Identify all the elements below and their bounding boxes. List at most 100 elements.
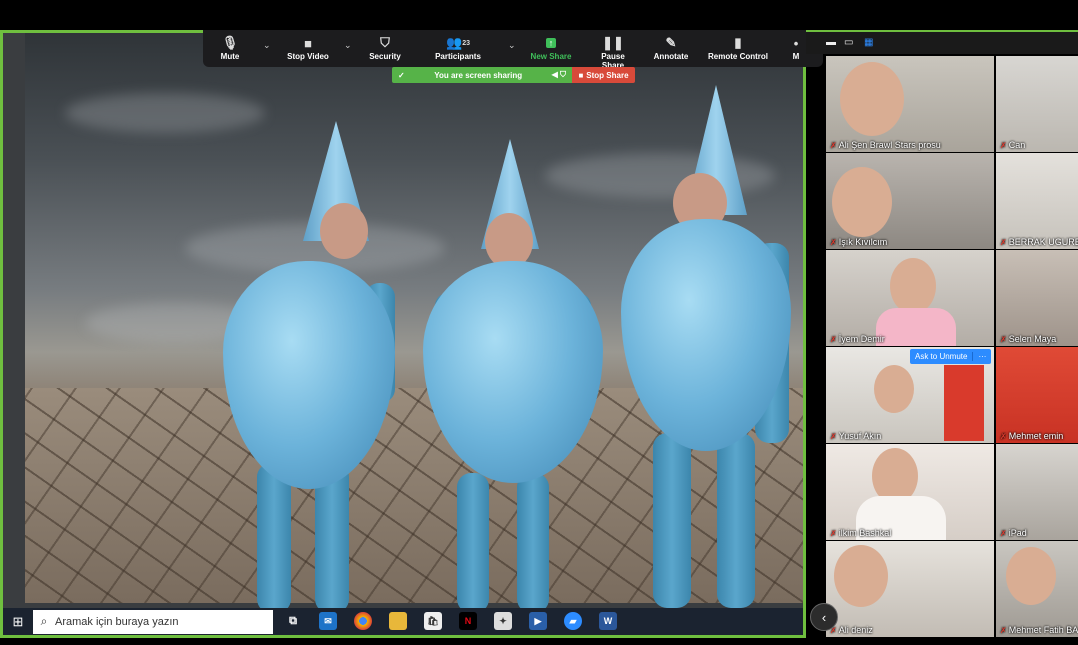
participant-face	[890, 258, 936, 314]
red-cabinet	[944, 365, 984, 441]
participant-face	[874, 365, 914, 413]
netflix-icon[interactable]: N	[459, 612, 477, 630]
new-share-button[interactable]: ↑ New Share	[529, 34, 573, 61]
muted-mic-icon: ✗	[1000, 626, 1007, 635]
audio-icon: ◀ ⛉	[551, 70, 566, 79]
search-icon: ⌕	[40, 614, 48, 628]
file-explorer-icon[interactable]	[389, 612, 407, 630]
speaker-view-icon[interactable]: ▭	[844, 37, 853, 48]
pause-icon: ❚❚	[602, 35, 624, 50]
participant-name: Mehmet emin	[1008, 431, 1064, 441]
participant-name: ilkim Bashkal	[838, 528, 892, 538]
gallery-view-icon[interactable]: ▦	[864, 37, 873, 48]
word-icon[interactable]: W	[599, 612, 617, 630]
muted-mic-icon: ✗	[1000, 238, 1007, 247]
pause-share-button[interactable]: ❚❚ Pause Share	[589, 34, 637, 70]
participant-tile[interactable]: ✗BERRAK UGURER	[996, 153, 1078, 249]
participant-name: Ali deniz	[838, 625, 873, 635]
performer-leg	[257, 463, 291, 613]
more-options-button[interactable]: ···	[972, 352, 991, 361]
remote-control-button[interactable]: ▮ Remote Control	[707, 34, 769, 61]
gallery-header: ▬ ▭ ▦	[806, 30, 1078, 54]
participant-name: Selen Maya	[1008, 334, 1057, 344]
cloud	[65, 93, 265, 133]
participant-tile[interactable]: ✗ Ali deniz	[826, 541, 994, 637]
chevron-left-icon[interactable]: ‹	[810, 603, 838, 631]
participant-name: Ali Şen Brawl Stars prosu	[838, 140, 941, 150]
participant-face	[840, 62, 904, 136]
stop-share-button[interactable]: ■ Stop Share	[572, 67, 635, 83]
participant-tile[interactable]: ✗ İyem Demir	[826, 250, 994, 346]
participant-name: Mehmet Fatih BA	[1008, 625, 1078, 635]
participant-face	[834, 545, 888, 607]
participant-name: Yusuf Akın	[838, 431, 882, 441]
performer-leg	[457, 473, 489, 613]
mute-button[interactable]: 🎙 Mute	[213, 34, 247, 61]
store-icon[interactable]: 🛍	[424, 612, 442, 630]
taskbar-search-input[interactable]: ⌕ Aramak için buraya yazın	[33, 609, 273, 634]
video-camera-icon: ■	[304, 35, 312, 51]
meeting-toolbar: 🎙 Mute ⌄ ■ Stop Video ⌄ ⛉ Security 👥 23 P…	[203, 30, 823, 70]
share-arrow-icon: ↑	[529, 34, 573, 52]
participant-tile[interactable]: ✗ Selen Maya	[996, 250, 1078, 346]
zoom-icon[interactable]: ▰	[564, 612, 582, 630]
participant-face	[832, 167, 892, 237]
stop-icon: ■	[578, 70, 584, 80]
participant-tile[interactable]: ✗ Ali Şen Brawl Stars prosu	[826, 56, 994, 152]
shared-screen	[0, 30, 806, 638]
pen-icon: ✎	[665, 35, 677, 50]
ask-to-unmute-control: Ask to Unmute ···	[910, 349, 992, 364]
chrome-icon[interactable]	[354, 612, 372, 630]
participants-icon: 👥 23	[446, 35, 470, 50]
sharing-status: ✓ You are screen sharing ◀ ⛉	[392, 67, 572, 83]
participant-name: İyem Demir	[838, 334, 885, 344]
participant-name: Işık Kıvılcım	[838, 237, 888, 247]
security-button[interactable]: ⛉ Security	[365, 34, 405, 61]
task-view-icon[interactable]: ⧉	[284, 612, 302, 630]
participant-name: Can	[1008, 140, 1026, 150]
muted-mic-icon: ✗	[1000, 432, 1007, 441]
participants-count: 23	[462, 39, 470, 47]
microphone-icon: 🎙	[221, 35, 239, 50]
screen-sharing-bar: ✓ You are screen sharing ◀ ⛉ ■ Stop Shar…	[392, 67, 635, 83]
participant-face	[1006, 547, 1056, 605]
more-icon: •	[793, 35, 799, 51]
muted-mic-icon: ✗	[830, 335, 837, 344]
shield-icon: ⛉	[380, 35, 390, 50]
pin-icon: ✓	[398, 70, 405, 80]
chevron-down-icon[interactable]: ⌄	[508, 40, 516, 51]
performer-head	[320, 203, 368, 259]
muted-mic-icon: ✗	[830, 432, 837, 441]
stop-video-button[interactable]: ■ Stop Video	[285, 34, 331, 62]
muted-mic-icon: ✗	[1000, 335, 1007, 344]
participant-tile[interactable]: ✗ Can	[996, 56, 1078, 152]
more-button[interactable]: • M	[789, 34, 803, 62]
muted-mic-icon: ✗	[1000, 529, 1007, 538]
annotate-button[interactable]: ✎ Annotate	[651, 34, 691, 61]
participant-name: iPad	[1008, 528, 1027, 538]
media-player-icon[interactable]: ▶	[529, 612, 547, 630]
app-icon[interactable]: ✦	[494, 612, 512, 630]
chevron-down-icon[interactable]: ⌄	[263, 40, 271, 51]
performer-leg	[517, 473, 549, 613]
performer-leg	[653, 433, 691, 608]
participant-name: BERRAK UGURER	[1008, 237, 1078, 247]
muted-mic-icon: ✗	[830, 238, 837, 247]
participants-button[interactable]: 👥 23 Participants	[431, 34, 485, 61]
participant-tile[interactable]: ✗ iPad	[996, 444, 1078, 540]
ask-to-unmute-button[interactable]: Ask to Unmute	[910, 352, 972, 361]
muted-mic-icon: ✗	[830, 529, 837, 538]
performer-leg	[717, 433, 755, 608]
muted-mic-icon: ✗	[830, 141, 837, 150]
shared-image-scene	[25, 33, 803, 613]
muted-mic-icon: ✗	[1000, 141, 1007, 150]
mail-icon[interactable]: ✉	[319, 612, 337, 630]
participant-tile[interactable]: ✗ Mehmet emin	[996, 347, 1078, 443]
chevron-down-icon[interactable]: ⌄	[344, 40, 352, 51]
participant-tile[interactable]: ✗ Işık Kıvılcım	[826, 153, 994, 249]
participant-tile[interactable]: ✗ ilkim Bashkal	[826, 444, 994, 540]
windows-start-icon[interactable]: ⊞	[3, 608, 33, 635]
pink-shirt	[876, 308, 956, 346]
participant-tile[interactable]: ✗ Mehmet Fatih BA	[996, 541, 1078, 637]
minimize-icon[interactable]: ▬	[826, 37, 836, 48]
